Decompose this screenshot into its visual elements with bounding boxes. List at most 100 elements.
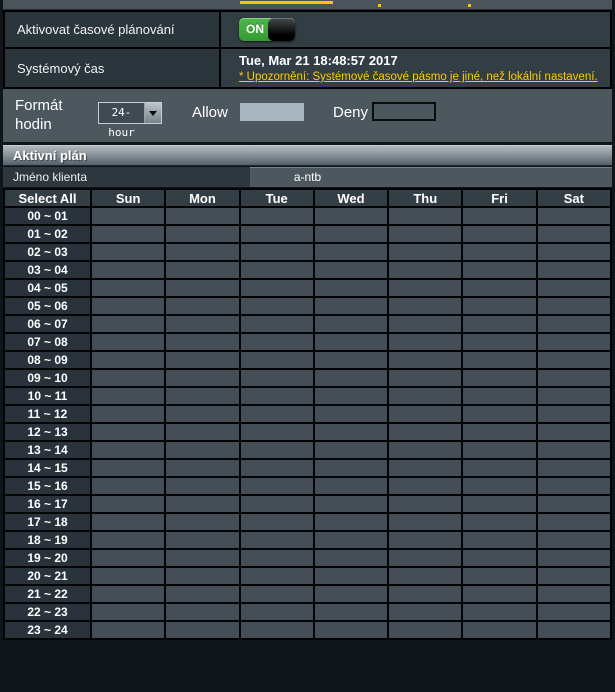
schedule-cell[interactable] xyxy=(240,333,314,351)
schedule-cell[interactable] xyxy=(165,513,239,531)
schedule-cell[interactable] xyxy=(537,603,611,621)
time-slot-label[interactable]: 17 ~ 18 xyxy=(4,513,91,531)
schedule-cell[interactable] xyxy=(388,405,462,423)
time-slot-label[interactable]: 14 ~ 15 xyxy=(4,459,91,477)
allow-color-swatch[interactable] xyxy=(240,103,304,121)
schedule-cell[interactable] xyxy=(314,567,388,585)
deny-color-swatch[interactable] xyxy=(372,102,436,121)
schedule-cell[interactable] xyxy=(314,423,388,441)
schedule-cell[interactable] xyxy=(462,333,536,351)
schedule-cell[interactable] xyxy=(314,513,388,531)
schedule-cell[interactable] xyxy=(91,423,165,441)
schedule-cell[interactable] xyxy=(91,351,165,369)
schedule-cell[interactable] xyxy=(240,387,314,405)
schedule-cell[interactable] xyxy=(388,333,462,351)
schedule-cell[interactable] xyxy=(462,549,536,567)
schedule-cell[interactable] xyxy=(537,405,611,423)
schedule-cell[interactable] xyxy=(314,261,388,279)
schedule-cell[interactable] xyxy=(388,549,462,567)
schedule-cell[interactable] xyxy=(537,225,611,243)
day-header-sat[interactable]: Sat xyxy=(537,189,611,207)
schedule-cell[interactable] xyxy=(91,603,165,621)
schedule-cell[interactable] xyxy=(462,225,536,243)
schedule-cell[interactable] xyxy=(91,207,165,225)
schedule-cell[interactable] xyxy=(91,567,165,585)
schedule-cell[interactable] xyxy=(240,585,314,603)
schedule-cell[interactable] xyxy=(388,279,462,297)
schedule-cell[interactable] xyxy=(388,621,462,639)
schedule-cell[interactable] xyxy=(388,315,462,333)
schedule-cell[interactable] xyxy=(462,585,536,603)
schedule-cell[interactable] xyxy=(388,351,462,369)
client-tab[interactable]: a-ntb xyxy=(250,168,365,187)
schedule-cell[interactable] xyxy=(91,621,165,639)
schedule-cell[interactable] xyxy=(462,531,536,549)
schedule-cell[interactable] xyxy=(165,441,239,459)
schedule-cell[interactable] xyxy=(91,297,165,315)
schedule-cell[interactable] xyxy=(165,315,239,333)
schedule-cell[interactable] xyxy=(91,333,165,351)
schedule-cell[interactable] xyxy=(165,225,239,243)
schedule-cell[interactable] xyxy=(388,459,462,477)
schedule-cell[interactable] xyxy=(537,495,611,513)
schedule-cell[interactable] xyxy=(314,387,388,405)
schedule-cell[interactable] xyxy=(388,297,462,315)
schedule-cell[interactable] xyxy=(165,261,239,279)
schedule-cell[interactable] xyxy=(91,549,165,567)
schedule-cell[interactable] xyxy=(537,243,611,261)
schedule-cell[interactable] xyxy=(537,531,611,549)
select-all-header[interactable]: Select All xyxy=(4,189,91,207)
schedule-cell[interactable] xyxy=(314,621,388,639)
schedule-cell[interactable] xyxy=(314,369,388,387)
time-slot-label[interactable]: 15 ~ 16 xyxy=(4,477,91,495)
schedule-cell[interactable] xyxy=(314,531,388,549)
schedule-cell[interactable] xyxy=(314,603,388,621)
schedule-cell[interactable] xyxy=(165,387,239,405)
schedule-cell[interactable] xyxy=(314,315,388,333)
schedule-cell[interactable] xyxy=(240,621,314,639)
schedule-cell[interactable] xyxy=(240,405,314,423)
schedule-cell[interactable] xyxy=(462,513,536,531)
schedule-cell[interactable] xyxy=(240,441,314,459)
schedule-cell[interactable] xyxy=(314,585,388,603)
toggle-knob[interactable] xyxy=(268,18,295,41)
schedule-cell[interactable] xyxy=(537,333,611,351)
schedule-cell[interactable] xyxy=(91,369,165,387)
schedule-cell[interactable] xyxy=(462,441,536,459)
schedule-cell[interactable] xyxy=(462,369,536,387)
schedule-cell[interactable] xyxy=(165,297,239,315)
schedule-cell[interactable] xyxy=(165,621,239,639)
schedule-cell[interactable] xyxy=(165,567,239,585)
schedule-cell[interactable] xyxy=(537,261,611,279)
time-slot-label[interactable]: 02 ~ 03 xyxy=(4,243,91,261)
schedule-cell[interactable] xyxy=(537,441,611,459)
time-slot-label[interactable]: 23 ~ 24 xyxy=(4,621,91,639)
schedule-cell[interactable] xyxy=(314,207,388,225)
schedule-cell[interactable] xyxy=(314,459,388,477)
dropdown-arrow-button[interactable] xyxy=(144,103,161,123)
day-header-wed[interactable]: Wed xyxy=(314,189,388,207)
schedule-cell[interactable] xyxy=(240,207,314,225)
schedule-cell[interactable] xyxy=(462,207,536,225)
schedule-cell[interactable] xyxy=(91,477,165,495)
schedule-cell[interactable] xyxy=(537,315,611,333)
schedule-cell[interactable] xyxy=(165,333,239,351)
schedule-cell[interactable] xyxy=(165,477,239,495)
schedule-cell[interactable] xyxy=(314,441,388,459)
schedule-cell[interactable] xyxy=(240,243,314,261)
time-slot-label[interactable]: 13 ~ 14 xyxy=(4,441,91,459)
time-slot-label[interactable]: 12 ~ 13 xyxy=(4,423,91,441)
schedule-cell[interactable] xyxy=(462,567,536,585)
schedule-cell[interactable] xyxy=(388,243,462,261)
schedule-cell[interactable] xyxy=(314,297,388,315)
schedule-cell[interactable] xyxy=(388,495,462,513)
schedule-cell[interactable] xyxy=(240,351,314,369)
schedule-cell[interactable] xyxy=(388,369,462,387)
time-slot-label[interactable]: 07 ~ 08 xyxy=(4,333,91,351)
schedule-cell[interactable] xyxy=(537,585,611,603)
clock-format-select[interactable]: 24-hour xyxy=(98,102,162,124)
time-slot-label[interactable]: 01 ~ 02 xyxy=(4,225,91,243)
schedule-cell[interactable] xyxy=(314,279,388,297)
schedule-cell[interactable] xyxy=(91,225,165,243)
schedule-cell[interactable] xyxy=(462,459,536,477)
